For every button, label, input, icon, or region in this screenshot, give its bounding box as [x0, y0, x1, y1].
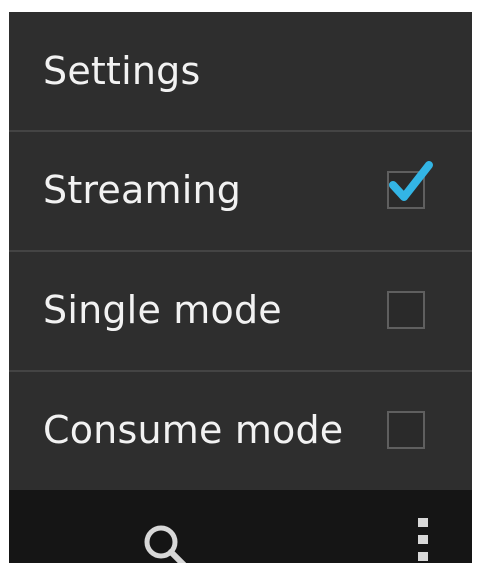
menu-item-single-mode[interactable]: Single mode	[9, 250, 472, 370]
menu-title: Settings	[43, 49, 201, 93]
menu-title-row[interactable]: Settings	[9, 12, 472, 130]
menu-item-label: Single mode	[43, 288, 282, 332]
consume-mode-checkbox[interactable]	[387, 411, 425, 449]
menu-item-label: Streaming	[43, 168, 242, 212]
settings-menu: Settings Streaming Single mode Consume m…	[9, 12, 472, 490]
search-icon[interactable]	[137, 522, 197, 563]
single-mode-checkbox[interactable]	[387, 291, 425, 329]
android-screen: Settings Streaming Single mode Consume m…	[9, 12, 472, 563]
menu-item-consume-mode[interactable]: Consume mode	[9, 370, 472, 490]
menu-item-streaming[interactable]: Streaming	[9, 130, 472, 250]
bottom-action-bar	[9, 490, 472, 563]
menu-item-label: Consume mode	[43, 408, 344, 452]
overflow-menu-icon[interactable]	[417, 518, 429, 563]
streaming-checkbox[interactable]	[387, 161, 433, 209]
check-icon	[389, 161, 433, 201]
